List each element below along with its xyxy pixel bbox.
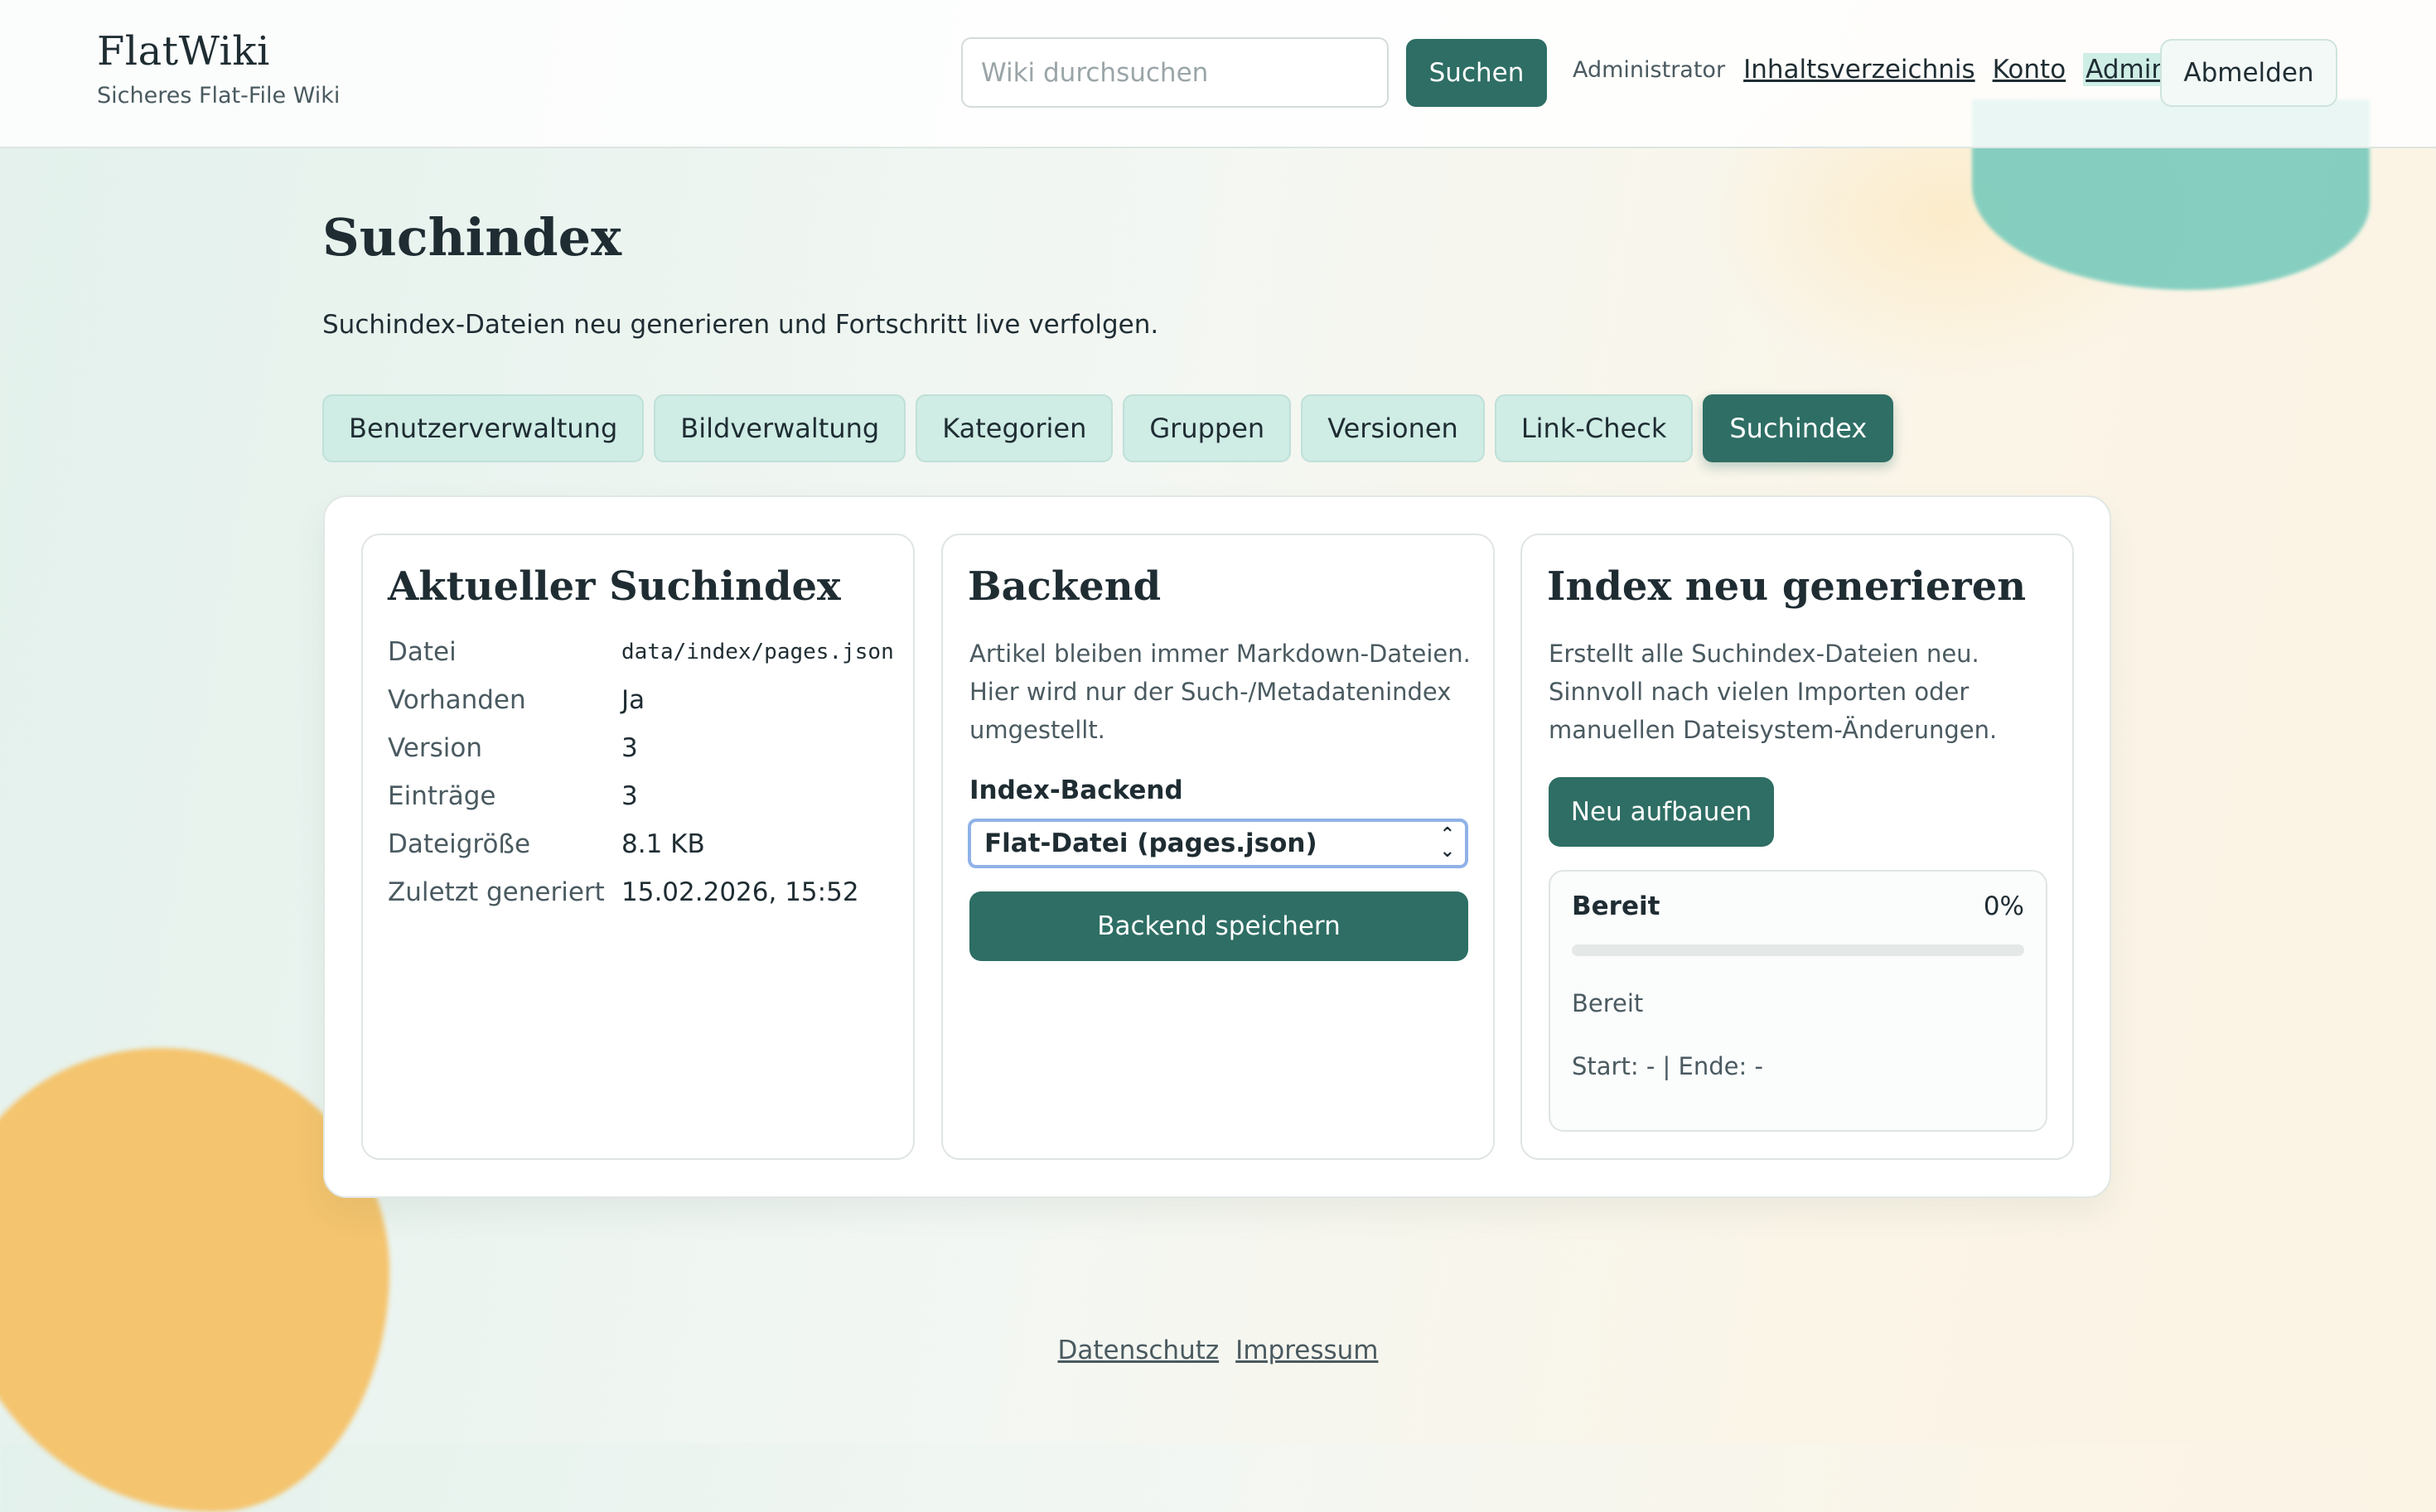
index-backend-select[interactable]: Flat-Datei (pages.json) ⌃ ⌄	[968, 819, 1468, 868]
select-arrows-icon: ⌃ ⌄	[1439, 824, 1455, 862]
tab-bildverwaltung[interactable]: Bildverwaltung	[654, 394, 906, 462]
selected-option: Flat-Datei (pages.json)	[984, 828, 1317, 858]
info-key: Zuletzt generiert	[388, 877, 605, 907]
info-row-dateigroesse: Dateigröße 8.1 KB	[388, 820, 894, 868]
search-button[interactable]: Suchen	[1406, 39, 1547, 107]
progress-bar	[1572, 944, 2024, 956]
status-times: Start: - | Ende: -	[1572, 1052, 1763, 1080]
brand-subtitle: Sicheres Flat-File Wiki	[97, 83, 341, 109]
info-value: 3	[621, 733, 638, 763]
status-message: Bereit	[1572, 989, 1644, 1017]
info-key: Version	[388, 733, 482, 763]
main-nav: Administrator Inhaltsverzeichnis Konto A…	[1573, 53, 2187, 86]
tab-kategorien[interactable]: Kategorien	[916, 394, 1114, 462]
search-input[interactable]	[961, 37, 1389, 108]
brand-title[interactable]: FlatWiki	[97, 28, 340, 75]
info-row-zuletzt-generiert: Zuletzt generiert 15.02.2026, 15:52	[388, 868, 894, 916]
nav-link-inhaltsverzeichnis[interactable]: Inhaltsverzeichnis	[1743, 55, 1975, 85]
backend-description: Artikel bleiben immer Markdown-Dateien. …	[969, 640, 1471, 744]
info-key: Dateigröße	[388, 829, 531, 859]
index-backend-label: Index-Backend	[969, 775, 1183, 805]
tab-gruppen[interactable]: Gruppen	[1123, 394, 1292, 462]
page-title: Suchindex	[322, 207, 622, 268]
rebuild-card: Index neu generieren Erstellt alle Suchi…	[1520, 534, 2074, 1160]
rebuild-status-box: Bereit 0% Bereit Start: - | Ende: -	[1549, 870, 2047, 1132]
current-index-card: Aktueller Suchindex Datei data/index/pag…	[361, 534, 915, 1160]
info-row-eintraege: Einträge 3	[388, 772, 894, 820]
tab-link-check[interactable]: Link-Check	[1494, 394, 1694, 462]
footer-link-datenschutz[interactable]: Datenschutz	[1058, 1336, 1220, 1365]
brand[interactable]: FlatWiki Sicheres Flat-File Wiki	[97, 28, 340, 109]
search-index-panel: Aktueller Suchindex Datei data/index/pag…	[323, 495, 2111, 1198]
info-value: Ja	[621, 685, 645, 715]
page-description: Suchindex-Dateien neu generieren und For…	[322, 310, 1159, 340]
footer-link-impressum[interactable]: Impressum	[1235, 1336, 1378, 1365]
site-header: FlatWiki Sicheres Flat-File Wiki Suchen …	[0, 0, 2436, 148]
admin-tabs: Benutzerverwaltung Bildverwaltung Katego…	[322, 394, 1903, 462]
info-value: 3	[621, 781, 638, 811]
nav-link-konto[interactable]: Konto	[1993, 55, 2066, 85]
rebuild-title: Index neu generieren	[1547, 563, 2027, 610]
progress-percent: 0%	[1983, 891, 2024, 921]
logout-button[interactable]: Abmelden	[2160, 39, 2337, 107]
tab-versionen[interactable]: Versionen	[1301, 394, 1485, 462]
rebuild-button[interactable]: Neu aufbauen	[1549, 777, 1774, 847]
nav-link-admin[interactable]: Admin	[2083, 53, 2170, 86]
info-key: Vorhanden	[388, 685, 526, 715]
info-key: Einträge	[388, 781, 496, 811]
info-value: 8.1 KB	[621, 829, 705, 859]
save-backend-button[interactable]: Backend speichern	[969, 891, 1468, 961]
info-value: data/index/pages.json	[621, 640, 894, 664]
tab-suchindex[interactable]: Suchindex	[1703, 394, 1894, 462]
current-index-title: Aktueller Suchindex	[388, 563, 841, 610]
site-footer: Datenschutz Impressum	[0, 1336, 2436, 1365]
user-name: Administrator	[1573, 56, 1726, 83]
backend-card: Backend Artikel bleiben immer Markdown-D…	[941, 534, 1495, 1160]
info-row-version: Version 3	[388, 724, 894, 772]
info-value: 15.02.2026, 15:52	[621, 877, 859, 907]
tab-benutzerverwaltung[interactable]: Benutzerverwaltung	[322, 394, 645, 462]
info-row-vorhanden: Vorhanden Ja	[388, 676, 894, 724]
rebuild-description: Erstellt alle Suchindex-Dateien neu. Sin…	[1549, 640, 1998, 744]
info-key: Datei	[388, 637, 457, 667]
index-info-list: Datei data/index/pages.json Vorhanden Ja…	[388, 628, 894, 916]
backend-title: Backend	[968, 563, 1162, 610]
status-label: Bereit	[1572, 891, 1660, 921]
info-row-datei: Datei data/index/pages.json	[388, 628, 894, 676]
